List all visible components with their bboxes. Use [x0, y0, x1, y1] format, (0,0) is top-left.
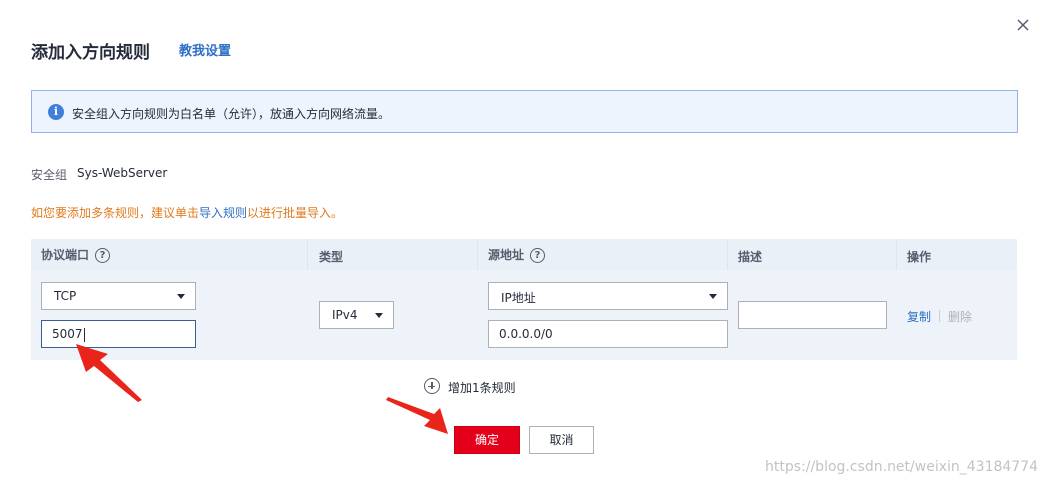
copy-rule-link[interactable]: 复制 [907, 308, 931, 325]
header-protocol-port: 协议端口? [41, 246, 111, 263]
description-input[interactable] [738, 301, 887, 329]
import-rules-link[interactable]: 导入规则 [199, 206, 247, 220]
header-action: 操作 [907, 250, 932, 264]
column-divider [477, 239, 478, 270]
source-type-value: IP地址 [501, 291, 536, 305]
delete-rule-link[interactable]: 删除 [948, 308, 972, 325]
port-input[interactable]: 5007 [41, 320, 196, 348]
header-type: 类型 [319, 250, 344, 264]
annotation-arrow-confirm [386, 397, 448, 434]
batch-import-hint: 如您要添加多条规则，建议单击导入规则以进行批量导入。 [31, 204, 343, 221]
info-text: 安全组入方向规则为白名单（允许），放通入方向网络流量。 [72, 107, 391, 121]
chevron-down-icon [177, 294, 185, 299]
add-rule-label: 增加1条规则 [448, 381, 516, 395]
text-cursor [83, 327, 85, 342]
close-icon[interactable] [1014, 16, 1032, 34]
port-value: 5007 [52, 327, 85, 342]
security-group-label: 安全组 [31, 168, 68, 182]
header-description: 描述 [738, 250, 763, 264]
header-source-label: 源地址 [488, 248, 525, 262]
type-select[interactable]: IPv4 [319, 301, 394, 329]
info-icon: i [48, 104, 64, 120]
help-link[interactable]: 教我设置 [179, 40, 231, 59]
type-value: IPv4 [332, 308, 358, 322]
source-ip-value: 0.0.0.0/0 [499, 327, 553, 341]
hint-suffix: 以进行批量导入。 [247, 206, 344, 220]
chevron-down-icon [709, 294, 717, 299]
table-row: TCP 5007 IPv4 IP地址 0.0.0.0/0 复制 删除 [31, 270, 1017, 360]
header-source: 源地址? [488, 246, 546, 263]
info-banner: i 安全组入方向规则为白名单（允许），放通入方向网络流量。 [31, 90, 1018, 133]
table-header: 协议端口? 类型 源地址? 描述 操作 [31, 239, 1017, 270]
action-divider [939, 310, 940, 322]
protocol-select[interactable]: TCP [41, 282, 196, 310]
port-text: 5007 [52, 327, 83, 341]
source-type-select[interactable]: IP地址 [488, 282, 728, 310]
help-circle-icon[interactable]: ? [530, 248, 546, 263]
header-protocol-port-label: 协议端口 [41, 248, 90, 262]
security-group-value: Sys-WebServer [77, 166, 168, 180]
watermark-text: https://blog.csdn.net/weixin_43184774 [765, 459, 1039, 475]
help-circle-icon[interactable]: ? [95, 248, 111, 263]
column-divider [727, 239, 728, 270]
cancel-button[interactable]: 取消 [529, 426, 594, 454]
confirm-button[interactable]: 确定 [454, 426, 520, 454]
column-divider [307, 239, 308, 270]
dialog-title: 添加入方向规则 [31, 43, 150, 63]
protocol-value: TCP [54, 289, 77, 303]
plus-circle-icon [424, 378, 440, 394]
source-ip-input[interactable]: 0.0.0.0/0 [488, 320, 728, 348]
column-divider [896, 239, 897, 270]
add-inbound-rule-dialog: 添加入方向规则 教我设置 i 安全组入方向规则为白名单（允许），放通入方向网络流… [0, 0, 1049, 487]
hint-prefix: 如您要添加多条规则，建议单击 [31, 206, 200, 220]
rules-table: 协议端口? 类型 源地址? 描述 操作 TCP 5007 IPv4 IP地址 0… [31, 239, 1017, 360]
chevron-down-icon [375, 313, 383, 318]
